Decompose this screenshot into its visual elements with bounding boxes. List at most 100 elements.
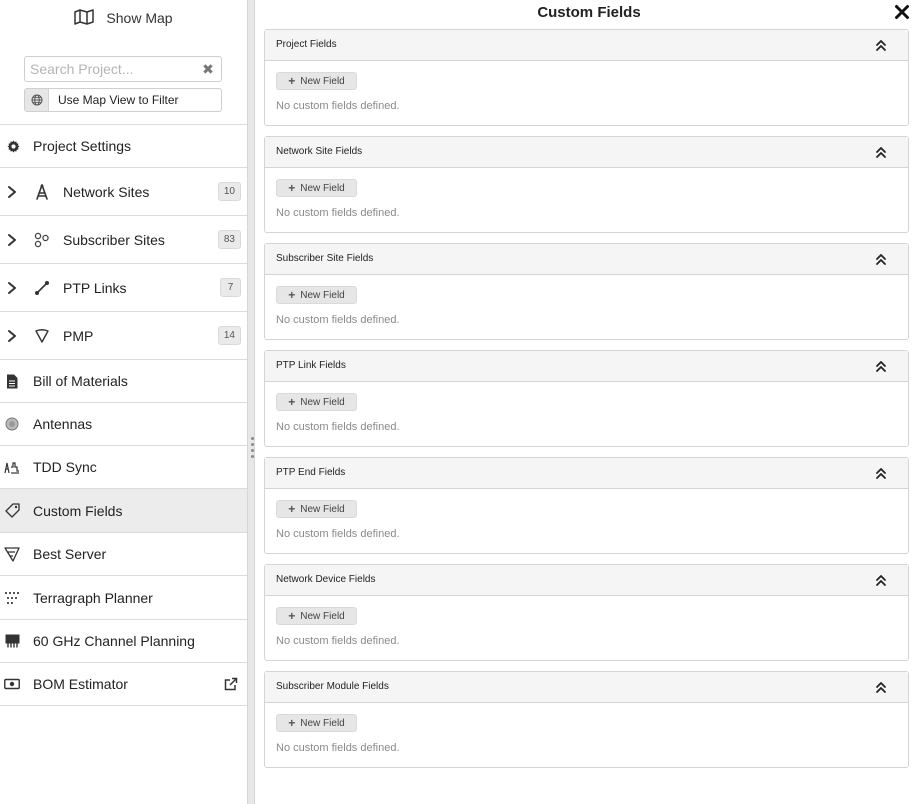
sidebar-item-network-sites[interactable]: Network Sites 10 [0,168,247,216]
chevron-double-up-icon[interactable] [874,573,888,587]
field-section-subscriber-site: Subscriber Site Fields + New Field No cus… [264,243,909,340]
new-field-button[interactable]: + New Field [276,179,357,197]
channel-planning-icon [4,633,20,649]
sidebar: Show Map ✖ Use Map View to Filter Projec… [0,0,247,804]
plus-icon: + [288,502,296,516]
empty-message: No custom fields defined. [276,314,400,326]
map-filter-button[interactable]: Use Map View to Filter [24,88,222,112]
clear-search-icon[interactable]: ✖ [201,61,215,77]
sidebar-item-pmp[interactable]: PMP 14 [0,312,247,360]
sidebar-item-best-server[interactable]: Best Server [0,533,247,576]
section-header[interactable]: Project Fields [265,30,908,61]
document-icon [4,373,20,389]
custom-fields-panel: Custom Fields Project Fields + New Field … [255,0,913,804]
chevron-double-up-icon[interactable] [874,359,888,373]
new-field-button[interactable]: + New Field [276,714,357,732]
grip-dot [251,443,254,446]
show-map-button[interactable]: Show Map [0,0,247,36]
grip-dot [251,449,254,452]
section-body: + New Field No custom fields defined. [265,382,908,446]
section-body: + New Field No custom fields defined. [265,703,908,767]
panel-resize-handle[interactable] [247,0,255,804]
sidebar-item-project-settings[interactable]: Project Settings [0,125,247,168]
sidebar-item-custom-fields[interactable]: Custom Fields [0,489,247,533]
sidebar-item-label: Network Sites [63,183,150,200]
chevron-right-icon[interactable] [6,329,18,343]
map-icon [74,8,95,28]
sidebar-item-ptp-links[interactable]: PTP Links 7 [0,264,247,312]
chevron-double-up-icon[interactable] [874,680,888,694]
sidebar-item-label: Antennas [33,416,93,432]
count-badge: 14 [217,326,241,345]
chevron-double-up-icon[interactable] [874,38,888,52]
sidebar-item-subscriber-sites[interactable]: Subscriber Sites 83 [0,216,247,264]
empty-message: No custom fields defined. [276,421,400,433]
count-badge: 10 [217,182,241,201]
empty-message: No custom fields defined. [276,100,400,112]
sidebar-item-label: TDD Sync [33,459,97,475]
new-field-label: New Field [300,75,345,87]
globe-icon [25,89,49,111]
sidebar-item-label: BOM Estimator [33,676,128,692]
sidebar-item-tdd-sync[interactable]: TDD Sync [0,446,247,489]
chevron-double-up-icon[interactable] [874,252,888,266]
section-header[interactable]: Network Site Fields [265,137,908,168]
count-badge: 83 [217,230,241,249]
plus-icon: + [288,716,296,730]
new-field-label: New Field [300,396,345,408]
new-field-label: New Field [300,610,345,622]
new-field-button[interactable]: + New Field [276,500,357,518]
sidebar-item-label: PTP Links [63,279,127,296]
sidebar-item-60ghz-channel-planning[interactable]: 60 GHz Channel Planning [0,620,247,663]
sidebar-item-label: Project Settings [33,138,132,154]
section-body: + New Field No custom fields defined. [265,596,908,660]
terragraph-icon [4,590,20,606]
sidebar-item-bill-of-materials[interactable]: Bill of Materials [0,360,247,403]
sidebar-item-label: Bill of Materials [33,373,128,389]
section-header[interactable]: Network Device Fields [265,565,908,596]
section-header[interactable]: Subscriber Module Fields [265,672,908,703]
section-title: Network Site Fields [276,146,363,157]
plus-icon: + [288,74,296,88]
field-section-subscriber-module: Subscriber Module Fields + New Field No c… [264,671,909,768]
chevron-double-up-icon[interactable] [874,466,888,480]
field-section-network-device: Network Device Fields + New Field No cust… [264,564,909,661]
page-title: Custom Fields [537,4,641,21]
section-title: PTP Link Fields [276,360,346,371]
chevron-right-icon[interactable] [6,233,18,247]
sidebar-item-bom-estimator[interactable]: BOM Estimator [0,663,247,706]
empty-message: No custom fields defined. [276,742,400,754]
section-title: Subscriber Site Fields [276,253,374,264]
chevron-right-icon[interactable] [6,185,18,199]
section-body: + New Field No custom fields defined. [265,61,908,125]
new-field-button[interactable]: + New Field [276,393,357,411]
chevron-double-up-icon[interactable] [874,145,888,159]
external-link-icon[interactable] [224,677,238,691]
section-header[interactable]: PTP End Fields [265,458,908,489]
sidebar-item-antennas[interactable]: Antennas [0,403,247,446]
sidebar-item-terragraph-planner[interactable]: Terragraph Planner [0,576,247,620]
tag-icon [4,503,20,519]
plus-icon: + [288,395,296,409]
section-header[interactable]: Subscriber Site Fields [265,244,908,275]
plus-icon: + [288,609,296,623]
sidebar-item-label: Subscriber Sites [63,231,165,248]
section-body: + New Field No custom fields defined. [265,275,908,339]
field-section-network-site: Network Site Fields + New Field No custom… [264,136,909,233]
chevron-right-icon[interactable] [6,281,18,295]
section-title: Subscriber Module Fields [276,681,389,692]
ptp-link-icon [34,280,50,296]
sidebar-item-label: 60 GHz Channel Planning [33,633,195,649]
map-filter-label: Use Map View to Filter [58,93,179,107]
tower-icon [34,183,50,200]
field-section-ptp-link: PTP Link Fields + New Field No custom fie… [264,350,909,447]
search-input[interactable] [25,57,195,81]
new-field-button[interactable]: + New Field [276,72,357,90]
close-icon[interactable] [893,3,911,21]
plus-icon: + [288,288,296,302]
new-field-button[interactable]: + New Field [276,607,357,625]
best-server-icon [4,546,20,562]
new-field-button[interactable]: + New Field [276,286,357,304]
field-section-ptp-end: PTP End Fields + New Field No custom fiel… [264,457,909,554]
section-header[interactable]: PTP Link Fields [265,351,908,382]
